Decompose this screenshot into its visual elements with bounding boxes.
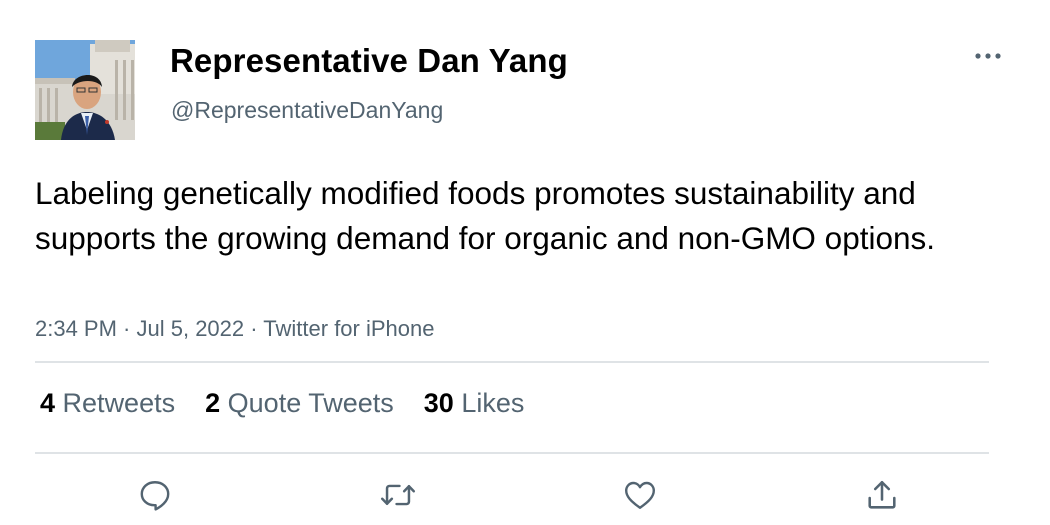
more-icon <box>975 53 1001 59</box>
more-options-button[interactable] <box>968 44 1008 68</box>
retweets-label: Retweets <box>62 388 176 418</box>
tweet-meta: 2:34 PM · Jul 5, 2022 · Twitter for iPho… <box>35 316 434 342</box>
avatar[interactable] <box>35 40 135 140</box>
likes-stat[interactable]: 30 Likes <box>424 388 525 419</box>
quote-tweets-label: Quote Tweets <box>227 388 394 418</box>
meta-separator: · <box>116 316 137 341</box>
retweet-button[interactable] <box>378 475 418 515</box>
tweet-text: Labeling genetically modified foods prom… <box>35 175 936 256</box>
meta-separator: · <box>244 316 264 341</box>
quote-tweets-count: 2 <box>205 388 221 418</box>
retweets-stat[interactable]: 4 Retweets <box>40 388 175 419</box>
tweet-source[interactable]: Twitter for iPhone <box>263 316 434 341</box>
divider <box>35 452 989 454</box>
reply-button[interactable] <box>135 475 175 515</box>
author-display-name[interactable]: Representative Dan Yang <box>170 42 568 80</box>
reply-icon <box>140 481 170 511</box>
retweets-count: 4 <box>40 388 56 418</box>
author-handle[interactable]: @RepresentativeDanYang <box>171 97 443 124</box>
quote-tweets-stat[interactable]: 2 Quote Tweets <box>205 388 394 419</box>
tweet-time[interactable]: 2:34 PM <box>35 316 117 341</box>
likes-label: Likes <box>461 388 525 418</box>
share-button[interactable] <box>862 475 902 515</box>
likes-count: 30 <box>423 388 454 418</box>
tweet-stats: 4 Retweets 2 Quote Tweets 30 Likes <box>40 388 554 419</box>
share-icon <box>868 480 896 509</box>
avatar-photo <box>35 40 135 140</box>
tweet-date[interactable]: Jul 5, 2022 <box>137 316 245 341</box>
divider <box>35 361 989 363</box>
heart-icon <box>625 481 655 509</box>
like-button[interactable] <box>620 475 660 515</box>
retweet-icon <box>380 484 416 506</box>
